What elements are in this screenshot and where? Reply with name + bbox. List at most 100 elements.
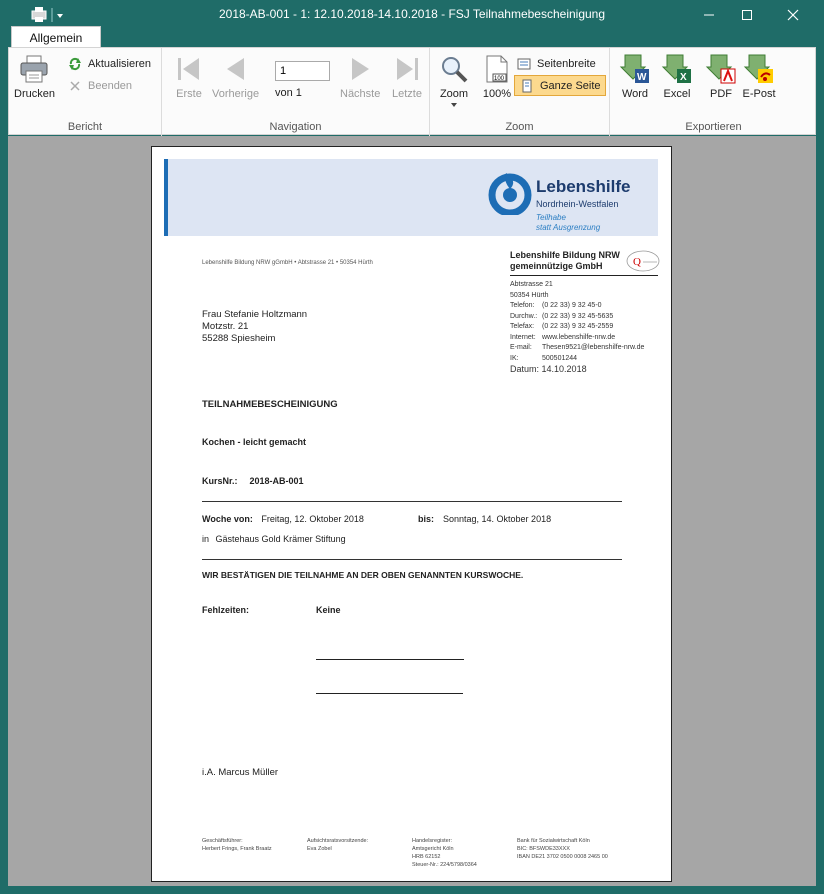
minimize-icon — [704, 14, 714, 16]
org-info-key: IK: — [510, 354, 519, 362]
course-number-label: KursNr.: — [202, 476, 238, 486]
org-info-value: (0 22 33) 9 32 45-0 — [542, 302, 602, 309]
last-page-label: Letzte — [392, 88, 422, 100]
prev-page-button[interactable]: Vorherige — [212, 52, 259, 100]
group-label-zoom: Zoom — [505, 121, 534, 133]
pdf-export-icon — [705, 54, 736, 84]
logo-tagline-1: Teilhabe — [536, 213, 566, 222]
footer-line: Steuer-Nr.: 224/5798/0364 — [412, 862, 477, 868]
zoom-label: Zoom — [439, 88, 469, 100]
export-excel-label: Excel — [663, 88, 691, 100]
print-button[interactable]: Drucken — [14, 52, 55, 100]
export-excel-button[interactable]: X Excel — [660, 52, 694, 100]
group-label-export: Exportieren — [685, 121, 742, 133]
whole-page-icon — [522, 79, 532, 92]
footer-line: Eva Zobel — [307, 846, 332, 852]
logo-name: Lebenshilfe — [536, 177, 631, 196]
word-export-icon: W — [619, 54, 649, 83]
page-width-icon — [517, 58, 531, 70]
whole-page-button[interactable]: Ganze Seite — [514, 75, 606, 96]
prev-page-label: Vorherige — [212, 88, 260, 100]
group-label-bericht: Bericht — [67, 121, 103, 133]
svg-text:W: W — [637, 72, 647, 83]
svg-text:Q: Q — [633, 256, 641, 268]
recipient-name: Frau Stefanie Holtzmann — [202, 309, 308, 320]
org-info-key: Telefax: — [510, 323, 535, 330]
recipient-city: 55288 Spiesheim — [202, 333, 276, 344]
group-bericht: Drucken Aktualisieren Beenden Bericht — [9, 48, 162, 136]
signature-line — [316, 693, 463, 694]
first-page-icon — [178, 58, 199, 80]
magnifier-icon — [442, 57, 468, 83]
group-label-navigation: Navigation — [269, 121, 322, 133]
week-to-label: bis: — [418, 514, 435, 524]
org-contact-info: Abtstrasse 21 50354 Hürth Telefon: (0 22 … — [510, 280, 660, 375]
footer-column: Geschäftsführer: Herbert Frings, Frank B… — [202, 837, 272, 853]
org-info-key: Durchw.: — [510, 312, 538, 320]
refresh-button[interactable]: Aktualisieren — [67, 55, 151, 73]
page-number-input[interactable] — [275, 61, 330, 81]
printer-icon — [20, 55, 48, 83]
zoom-100-label: 100% — [482, 88, 512, 100]
footer-column: Handelsregister: Amtsgericht Köln HRB 62… — [412, 837, 477, 869]
org-info-key: E-mail: — [510, 344, 532, 351]
group-export: W Word X Excel PDF E-Post Exportieren — [610, 48, 817, 136]
prev-page-icon — [226, 58, 244, 80]
chevron-down-icon — [451, 103, 457, 107]
export-pdf-button[interactable]: PDF — [704, 52, 738, 100]
logo-tagline-2: statt Ausgrenzung — [536, 223, 601, 232]
footer-line: IBAN DE21 3702 0500 0008 2465 00 — [517, 854, 608, 860]
signature-line — [316, 659, 464, 660]
end-button[interactable]: Beenden — [67, 77, 132, 95]
recipient-street: Motzstr. 21 — [202, 321, 249, 332]
ribbon: Drucken Aktualisieren Beenden Bericht Er… — [8, 47, 817, 136]
next-page-button[interactable]: Nächste — [340, 52, 380, 100]
first-page-button[interactable]: Erste — [172, 52, 206, 100]
location-name: Gästehaus Gold Krämer Stiftung — [215, 534, 346, 544]
svg-text:100: 100 — [494, 76, 505, 82]
page-width-button[interactable]: Seitenbreite — [516, 55, 596, 73]
export-word-label: Word — [621, 88, 649, 100]
footer-line: Handelsregister: — [412, 838, 453, 844]
zoom-button[interactable]: Zoom — [437, 52, 471, 108]
tab-allgemein[interactable]: Allgemein — [11, 26, 101, 49]
footer-line: Bank für Sozialwirtschaft Köln — [517, 838, 590, 844]
org-street: Abtstrasse 21 — [510, 281, 553, 288]
org-info-row: E-mail: Thesen9521@lebenshilfe-nrw.de — [510, 343, 660, 354]
print-preview-area[interactable]: Lebenshilfe Nordrhein-Westfalen Teilhabe… — [8, 136, 816, 886]
absence-label: Fehlzeiten: — [202, 605, 250, 615]
export-epost-button[interactable]: E-Post — [742, 52, 776, 100]
document-title: TEILNAHMEBESCHEINIGUNG — [202, 399, 338, 410]
app-window: 2018-AB-001 - 1: 12.10.2018-14.10.2018 -… — [0, 0, 824, 894]
last-page-button[interactable]: Letzte — [390, 52, 424, 100]
page-count-label: von 1 — [275, 87, 302, 99]
course-number-value: 2018-AB-001 — [249, 476, 304, 486]
whole-page-label: Ganze Seite — [540, 79, 601, 92]
org-info-value: 500501244 — [542, 354, 578, 362]
org-info-key: Internet: — [510, 333, 536, 341]
first-page-label: Erste — [176, 88, 202, 100]
course-number: KursNr.: 2018-AB-001 — [202, 476, 304, 486]
page-100-icon: 100 — [486, 55, 508, 83]
course-week: Woche von: Freitag, 12. Oktober 2018 bis… — [202, 514, 632, 524]
sender-line: Lebenshilfe Bildung NRW gGmbH • Abtstras… — [202, 260, 373, 266]
logo-tagline: Teilhabe statt Ausgrenzung — [536, 213, 600, 233]
export-word-button[interactable]: W Word — [618, 52, 652, 100]
lebenshilfe-logo: Lebenshilfe Nordrhein-Westfalen Teilhabe… — [488, 169, 648, 232]
close-x-icon — [70, 81, 80, 91]
next-page-icon — [352, 58, 370, 80]
zoom-100-button[interactable]: 100 100% — [480, 52, 514, 100]
org-divider — [510, 275, 658, 276]
logo-subtitle: Nordrhein-Westfalen — [536, 199, 619, 209]
org-info-value: Thesen9521@lebenshilfe-nrw.de — [542, 344, 645, 351]
page-width-label: Seitenbreite — [537, 58, 596, 70]
week-to: Sonntag, 14. Oktober 2018 — [443, 514, 552, 524]
footer-line: Aufsichtsratsvorsitzende: — [307, 838, 369, 844]
end-label: Beenden — [88, 80, 133, 92]
org-info-value: (0 22 33) 9 32 45-2559 — [542, 323, 614, 330]
org-info-row: Telefax: (0 22 33) 9 32 45-2559 — [510, 322, 660, 333]
svg-text:X: X — [680, 72, 687, 83]
quality-seal-icon: Q — [626, 250, 660, 272]
ribbon-tabs: Allgemein — [8, 26, 816, 49]
week-from: Freitag, 12. Oktober 2018 — [261, 514, 364, 524]
